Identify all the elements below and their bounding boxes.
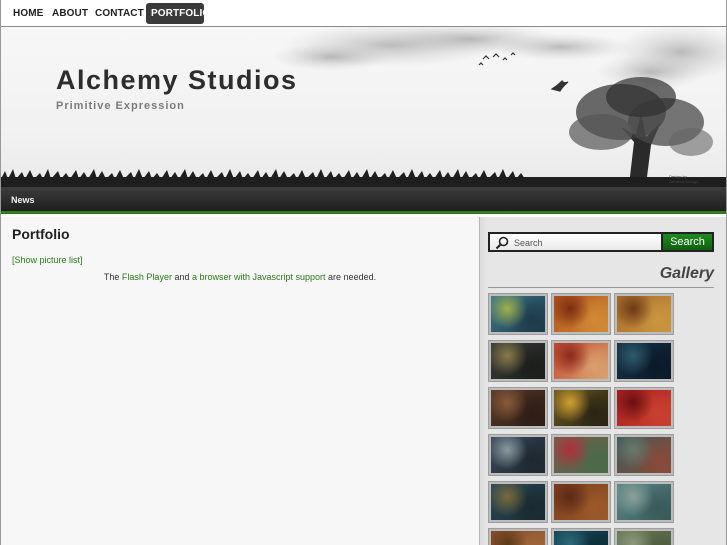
site-tagline: Primitive Expression — [56, 100, 185, 112]
notice-prefix: The — [103, 272, 122, 282]
notice-suffix: are needed. — [325, 272, 377, 282]
gallery-thumbnail[interactable] — [552, 435, 610, 475]
thumbnail-image — [617, 531, 671, 545]
grass-graphic — [1, 169, 726, 187]
nav-portfolio-link[interactable]: PORTFOLIO — [146, 3, 210, 24]
thumbnail-image — [554, 484, 608, 520]
news-link[interactable]: News — [11, 195, 35, 205]
nav-about-link[interactable]: ABOUT — [47, 3, 93, 24]
gallery-thumbnail[interactable] — [489, 529, 547, 545]
gallery-thumbnail[interactable] — [489, 388, 547, 428]
design-credit: Design by Alchemy Design — [669, 174, 698, 184]
thumbnail-image — [491, 484, 545, 520]
main-content: Portfolio [Show picture list] The Flash … — [1, 217, 479, 545]
tree-graphic — [569, 77, 713, 185]
nav-contact-link[interactable]: CONTACT — [90, 3, 149, 24]
gallery-thumbnail[interactable] — [552, 294, 610, 334]
thumbnail-image — [491, 343, 545, 379]
thumbnail-image — [491, 531, 545, 545]
gallery-thumbnail[interactable] — [552, 482, 610, 522]
top-navigation: HOME ABOUT CONTACT PORTFOLIO — [1, 0, 726, 27]
gallery-thumbnail[interactable] — [552, 341, 610, 381]
gallery-thumbnail[interactable] — [552, 388, 610, 428]
thumbnail-image — [491, 296, 545, 332]
sidebar: Search Gallery — [479, 217, 726, 545]
thumbnail-image — [554, 296, 608, 332]
show-picture-list-link[interactable]: [Show picture list] — [12, 255, 83, 265]
gallery-thumbnail[interactable] — [552, 529, 610, 545]
gallery-thumbnail[interactable] — [489, 294, 547, 334]
thumbnail-image — [617, 437, 671, 473]
thumbnail-image — [491, 437, 545, 473]
thumbnail-image — [554, 437, 608, 473]
gallery-thumbnail[interactable] — [489, 482, 547, 522]
header-banner: Alchemy Studios Primitive Expression Des… — [1, 27, 726, 187]
site-title: Alchemy Studios — [56, 65, 298, 95]
secondary-navigation: News — [1, 187, 726, 214]
thumbnail-image — [554, 390, 608, 426]
gallery-heading: Gallery — [488, 265, 714, 288]
gallery-thumbnail[interactable] — [615, 294, 673, 334]
search-input[interactable] — [514, 235, 659, 250]
search-icon — [495, 236, 509, 250]
thumbnail-image — [617, 484, 671, 520]
nav-home-link[interactable]: HOME — [8, 3, 48, 24]
search-button[interactable]: Search — [661, 232, 714, 252]
gallery-thumbnail[interactable] — [615, 435, 673, 475]
design-credit-name: Alchemy Design — [669, 179, 698, 184]
thumbnail-image — [554, 343, 608, 379]
thumbnail-image — [554, 531, 608, 545]
gallery-thumbnail[interactable] — [489, 341, 547, 381]
thumbnail-image — [491, 390, 545, 426]
gallery-thumbnail[interactable] — [615, 341, 673, 381]
gallery-thumbnail[interactable] — [615, 388, 673, 428]
page: HOME ABOUT CONTACT PORTFOLIO Alchemy Stu… — [0, 0, 727, 545]
thumbnail-image — [617, 343, 671, 379]
page-title: Portfolio — [12, 226, 70, 242]
gallery-thumbnail[interactable] — [489, 435, 547, 475]
flash-requirement-notice: The Flash Player and a browser with Java… — [1, 272, 479, 282]
thumbnail-image — [617, 390, 671, 426]
gallery-thumbnail[interactable] — [615, 529, 673, 545]
notice-middle: and — [171, 272, 192, 282]
thumbnail-image — [617, 296, 671, 332]
flash-player-link[interactable]: Flash Player — [122, 272, 172, 282]
javascript-browser-link[interactable]: a browser with Javascript support — [192, 272, 326, 282]
search-box — [488, 232, 661, 252]
gallery-thumbnail[interactable] — [615, 482, 673, 522]
